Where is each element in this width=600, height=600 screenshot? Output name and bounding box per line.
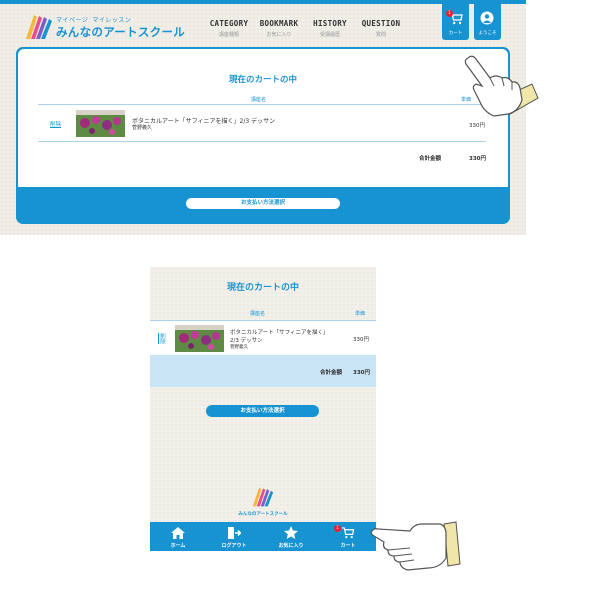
column-header-course-name: 講座名 bbox=[250, 311, 266, 317]
nav-bookmark-en: BOOKMARK bbox=[259, 19, 299, 28]
nav-history[interactable]: HISTORY 受講履歴 bbox=[311, 19, 349, 41]
logo-subtitle: マイページ マイレッスン bbox=[56, 15, 135, 24]
table-divider bbox=[38, 141, 486, 142]
nav-home[interactable]: ホーム bbox=[150, 522, 206, 551]
logo-sub-mypage: マイページ bbox=[56, 17, 89, 24]
nav-home-label: ホーム bbox=[170, 543, 186, 549]
home-icon bbox=[171, 527, 185, 539]
table-divider bbox=[38, 104, 486, 105]
total-label: 合計金額 bbox=[320, 370, 343, 376]
course-author: 菅野義久 bbox=[230, 345, 248, 350]
course-thumbnail[interactable] bbox=[76, 110, 125, 137]
nav-question-jp: 質問 bbox=[375, 32, 386, 38]
nav-bookmark-jp: お気に入り bbox=[266, 32, 292, 38]
pointing-hand-icon bbox=[464, 55, 539, 117]
column-header-price: 単価 bbox=[355, 311, 366, 317]
star-icon bbox=[284, 526, 298, 539]
nav-cart[interactable]: 1 カート bbox=[320, 522, 376, 551]
nav-question[interactable]: QUESTION 質問 bbox=[360, 19, 402, 41]
header-user-label: ようこそ bbox=[478, 31, 497, 36]
logout-icon bbox=[228, 527, 241, 539]
mobile-screen: 現在のカートの中 講座名 単価 削除 ボタニカルアート「サフィニアを描く」 2/… bbox=[150, 267, 376, 551]
header-cart-button[interactable]: 1 カート bbox=[442, 4, 469, 40]
nav-favorites[interactable]: お気に入り bbox=[263, 522, 319, 551]
nav-history-en: HISTORY bbox=[313, 19, 347, 28]
header-cart-label: カート bbox=[448, 31, 463, 36]
footer-logo[interactable]: みんなのアートスクール bbox=[230, 486, 296, 520]
course-price: 330円 bbox=[353, 337, 369, 343]
course-title-line1[interactable]: ボタニカルアート「サフィニアを描く」 bbox=[230, 328, 329, 336]
cart-content: 現在のカートの中 講座名 単価 削除 ボタニカルアート「サフィニアを描く」2/3… bbox=[18, 49, 508, 187]
course-title-line2[interactable]: 2/3 デッサン bbox=[230, 336, 263, 344]
cart-count-badge: 1 bbox=[446, 10, 453, 17]
flower-painting-image bbox=[175, 325, 224, 352]
column-header-course-name: 講座名 bbox=[251, 97, 267, 103]
header-user-button[interactable]: ようこそ bbox=[474, 4, 501, 40]
cart-panel: 現在のカートの中 講座名 単価 削除 ボタニカルアート「サフィニアを描く」2/3… bbox=[16, 47, 510, 224]
nav-history-jp: 受講履歴 bbox=[319, 32, 340, 38]
pointing-hand-icon bbox=[370, 521, 461, 571]
bottom-nav: ホーム ログアウト お気に入り 1 カート bbox=[150, 522, 376, 551]
desktop-screen: マイページ マイレッスン みんなのアートスクール CATEGORY 講座種類 BO… bbox=[0, 0, 526, 235]
payment-method-button[interactable]: お支払い方法選択 bbox=[186, 198, 340, 209]
total-value: 330円 bbox=[353, 370, 370, 376]
logo-sub-mylesson: マイレッスン bbox=[92, 17, 132, 24]
footer-logo-text: みんなのアートスクール bbox=[238, 512, 288, 517]
logo-brush-icon bbox=[26, 15, 52, 39]
nav-category-en: CATEGORY bbox=[209, 19, 249, 28]
nav-category-jp: 講座種類 bbox=[218, 32, 239, 38]
site-logo[interactable]: マイページ マイレッスン みんなのアートスクール bbox=[24, 13, 199, 43]
delete-link[interactable]: 削除 bbox=[158, 333, 166, 344]
cart-item-row: 削除 ボタニカルアート「サフィニアを描く」 2/3 デッサン 菅野義久 330円 bbox=[150, 321, 376, 355]
payment-method-button[interactable]: お支払い方法選択 bbox=[206, 405, 319, 417]
user-icon bbox=[480, 11, 494, 25]
total-label: 合計金額 bbox=[419, 156, 442, 162]
nav-logout[interactable]: ログアウト bbox=[206, 522, 262, 551]
logo-title: みんなのアートスクール bbox=[56, 25, 186, 39]
nav-cart-label: カート bbox=[340, 543, 356, 549]
delete-link[interactable]: 削除 bbox=[50, 120, 61, 128]
cart-title: 現在のカートの中 bbox=[226, 283, 299, 293]
nav-favorites-label: お気に入り bbox=[278, 543, 304, 549]
course-author: 菅野義久 bbox=[132, 125, 153, 131]
cart-count-badge: 1 bbox=[334, 525, 341, 532]
total-row: 合計金額 330円 bbox=[150, 355, 376, 387]
course-title[interactable]: ボタニカルアート「サフィニアを描く」2/3 デッサン bbox=[132, 116, 275, 125]
nav-category[interactable]: CATEGORY 講座種類 bbox=[208, 19, 250, 41]
nav-logout-label: ログアウト bbox=[221, 543, 247, 549]
nav-question-en: QUESTION bbox=[361, 19, 401, 28]
nav-bookmark[interactable]: BOOKMARK お気に入り bbox=[258, 19, 300, 41]
total-value: 330円 bbox=[469, 156, 486, 162]
logo-brush-icon bbox=[252, 487, 274, 507]
cart-icon bbox=[342, 527, 355, 539]
flower-painting-image bbox=[76, 110, 125, 137]
course-thumbnail[interactable] bbox=[175, 325, 224, 352]
cart-title: 現在のカートの中 bbox=[228, 75, 297, 85]
